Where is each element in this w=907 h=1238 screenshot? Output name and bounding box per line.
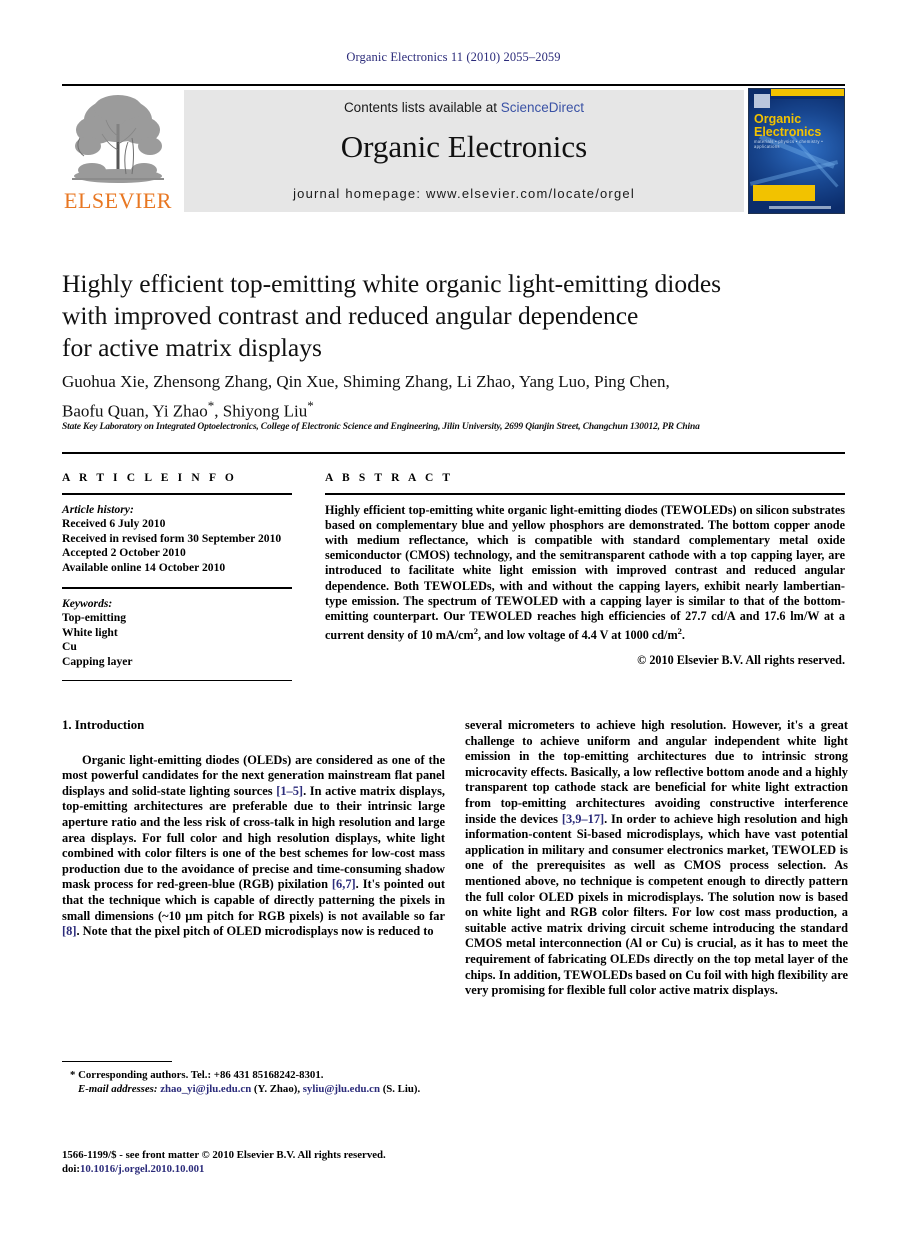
introduction-left-column: 1. Introduction Organic light-emitting d…: [62, 718, 445, 940]
authors-line-2-pre: Baofu Quan, Yi Zhao: [62, 401, 208, 421]
keywords-label: Keywords:: [62, 596, 113, 610]
email-label: E-mail addresses:: [78, 1083, 158, 1095]
article-info-heading: A R T I C L E I N F O: [62, 472, 237, 484]
intro-right-a: several micrometers to achieve high reso…: [465, 718, 848, 826]
email-owner-2: (S. Liu).: [382, 1083, 421, 1095]
history-item: Received in revised form 30 September 20…: [62, 531, 282, 545]
issn-line: 1566-1199/$ - see front matter © 2010 El…: [62, 1149, 386, 1161]
author-list: Guohua Xie, Zhensong Zhang, Qin Xue, Shi…: [62, 370, 802, 424]
article-history: Article history: Received 6 July 2010 Re…: [62, 503, 292, 576]
authors-line-1: Guohua Xie, Zhensong Zhang, Qin Xue, Shi…: [62, 372, 670, 391]
corresponding-author-note: * Corresponding authors. Tel.: +86 431 8…: [62, 1068, 445, 1082]
citation-3-9-17[interactable]: [3,9–17]: [562, 812, 604, 826]
title-line-1: Highly efficient top-emitting white orga…: [62, 269, 722, 298]
journal-cover-thumbnail: Organic Electronics materials • physics …: [748, 88, 845, 214]
abstract-heading: A B S T R A C T: [325, 472, 454, 484]
cover-foot-line: [769, 206, 831, 209]
introduction-right-column: several micrometers to achieve high reso…: [465, 718, 848, 999]
section-title-introduction: 1. Introduction: [62, 718, 145, 732]
email-addresses-note: E-mail addresses: zhao_yi@jlu.edu.cn (Y.…: [62, 1082, 445, 1096]
authors-line-2-mid: , Shiyong Liu: [214, 401, 308, 421]
elsevier-tree-icon: [66, 90, 170, 186]
article-info-column: A R T I C L E I N F O Article history: R…: [62, 472, 292, 689]
paper-page: Organic Electronics 11 (2010) 2055–2059: [0, 0, 907, 1238]
history-item: Received 6 July 2010: [62, 517, 166, 531]
intro-right-b: . In order to achieve high resolution an…: [465, 811, 848, 998]
page-title: Highly efficient top-emitting white orga…: [62, 268, 802, 364]
keywords-rule: [62, 587, 292, 589]
keyword-item: White light: [62, 625, 118, 639]
intro-left-d: . Note that the pixel pitch of OLED micr…: [76, 924, 434, 939]
article-info-rule: [62, 493, 292, 495]
doi-label: doi:: [62, 1163, 80, 1175]
running-head: Organic Electronics 11 (2010) 2055–2059: [346, 50, 561, 64]
corresponding-marker-2: *: [307, 398, 314, 413]
journal-title: Organic Electronics: [340, 129, 588, 164]
footnote-block: * Corresponding authors. Tel.: +86 431 8…: [62, 1068, 445, 1096]
cover-title-line2: Electronics: [754, 124, 822, 139]
keywords-bottom-rule: [62, 679, 292, 681]
citation-1-5[interactable]: [1–5]: [276, 784, 303, 798]
abstract-column: A B S T R A C T Highly efficient top-emi…: [325, 472, 845, 668]
corresponding-author-text: Corresponding authors. Tel.: +86 431 851…: [75, 1069, 324, 1081]
cover-title-line1: Organic: [754, 112, 802, 126]
elsevier-logo: ELSEVIER: [62, 88, 174, 214]
sciencedirect-link[interactable]: ScienceDirect: [501, 100, 584, 115]
abstract-text: Highly efficient top-emitting white orga…: [325, 503, 845, 644]
email-link-2[interactable]: syliu@jlu.edu.cn: [303, 1083, 380, 1095]
abstract-text-mid: , and low voltage of 4.4 V at 1000 cd/m: [477, 628, 678, 643]
journal-masthead: ELSEVIER Contents lists available at Sci…: [62, 88, 845, 214]
footnote-rule: [62, 1061, 172, 1063]
abstract-rule: [325, 493, 845, 495]
cover-bottom-bar: [753, 185, 815, 201]
keywords-block: Keywords: Top-emitting White light Cu Ca…: [62, 597, 292, 670]
affiliation: State Key Laboratory on Integrated Optoe…: [62, 422, 700, 432]
doi-link[interactable]: 10.1016/j.orgel.2010.10.001: [80, 1163, 204, 1175]
article-history-label: Article history:: [62, 502, 134, 516]
keyword-item: Cu: [62, 640, 77, 654]
contents-available-line: Contents lists available at ScienceDirec…: [184, 100, 744, 115]
elsevier-wordmark: ELSEVIER: [64, 188, 172, 213]
keyword-item: Capping layer: [62, 655, 133, 669]
info-top-rule: [62, 452, 845, 454]
introduction-paragraph-left: Organic light-emitting diodes (OLEDs) ar…: [62, 753, 445, 940]
masthead-top-rule: [62, 84, 845, 86]
cover-title: Organic Electronics: [754, 112, 844, 139]
history-item: Available online 14 October 2010: [62, 560, 226, 574]
authors-line-2: Baofu Quan, Yi Zhao*, Shiyong Liu*: [62, 394, 802, 424]
intro-left-b: . In active matrix displays, top-emittin…: [62, 783, 445, 892]
title-line-2: with improved contrast and reduced angul…: [62, 301, 639, 330]
doi-line: doi:10.1016/j.orgel.2010.10.001: [62, 1162, 462, 1176]
masthead-center-band: Contents lists available at ScienceDirec…: [184, 90, 744, 212]
title-line-3: for active matrix displays: [62, 333, 322, 362]
cover-top-bar: [771, 89, 844, 96]
email-owner-1: (Y. Zhao),: [253, 1083, 301, 1095]
cover-subtitle: materials • physics • chemistry • applic…: [754, 139, 823, 149]
abstract-text-end: .: [681, 628, 685, 643]
citation-8[interactable]: [8]: [62, 924, 76, 938]
introduction-paragraph-right: several micrometers to achieve high reso…: [465, 718, 848, 999]
contents-prefix: Contents lists available at: [343, 100, 501, 115]
citation-6-7[interactable]: [6,7]: [332, 877, 356, 891]
email-link-1[interactable]: zhao_yi@jlu.edu.cn: [160, 1083, 251, 1095]
issn-copyright-block: 1566-1199/$ - see front matter © 2010 El…: [62, 1148, 462, 1176]
abstract-copyright: © 2010 Elsevier B.V. All rights reserved…: [637, 653, 845, 668]
history-item: Accepted 2 October 2010: [62, 546, 186, 560]
abstract-text-pre: Highly efficient top-emitting white orga…: [325, 502, 845, 643]
journal-homepage-link[interactable]: journal homepage: www.elsevier.com/locat…: [184, 186, 744, 201]
keyword-item: Top-emitting: [62, 611, 126, 625]
cover-elsevier-mark-icon: [754, 94, 770, 108]
